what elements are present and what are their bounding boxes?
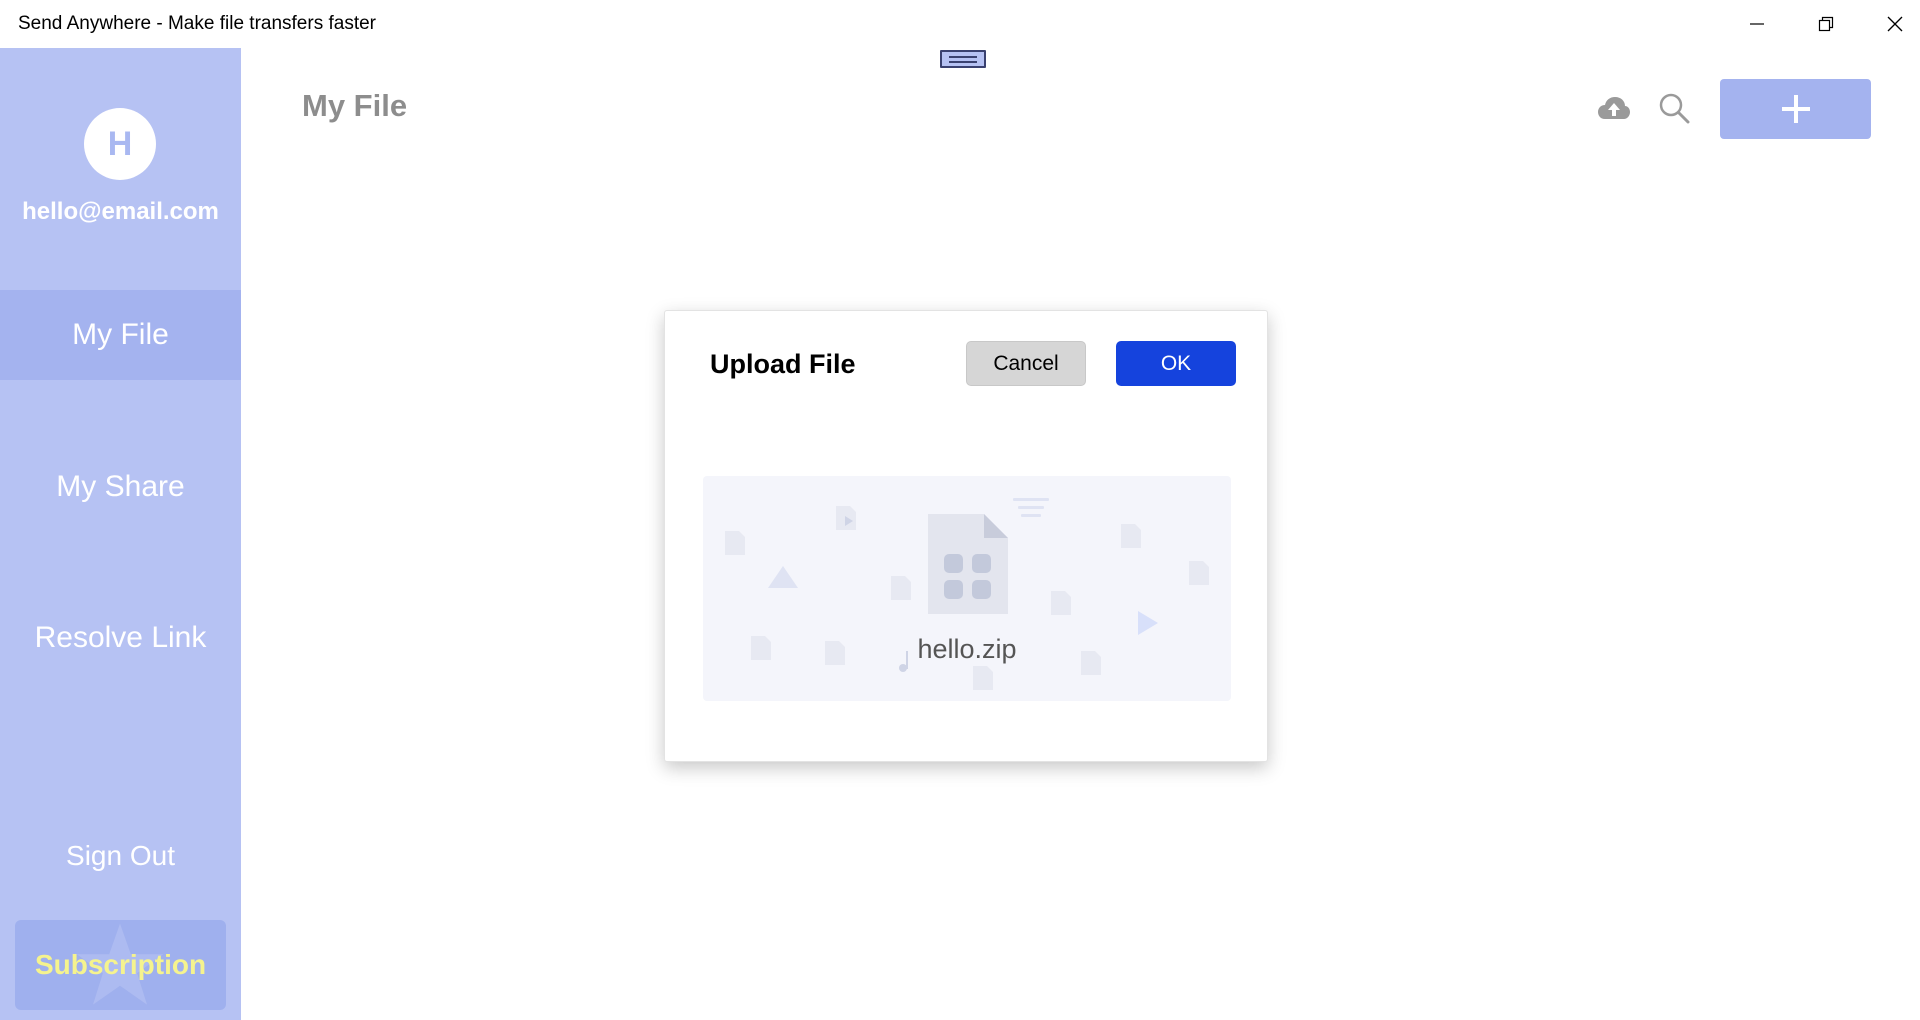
cancel-button[interactable]: Cancel [966,341,1086,386]
file-name: hello.zip [917,634,1017,664]
sidebar-item-resolve-link[interactable]: Resolve Link [0,593,241,683]
search-button[interactable] [1656,90,1692,126]
page-title: My File [302,88,408,123]
cloud-upload-icon [1598,97,1630,119]
sidebar-item-my-file[interactable]: My File [0,290,241,380]
ok-button[interactable]: OK [1116,341,1236,386]
upload-file-dialog: Upload File Cancel OK hello.zip [664,310,1268,762]
zip-file-icon [928,514,1008,614]
subscription-label: Subscription [34,949,207,980]
sidebar-item-label: Resolve Link [34,621,207,654]
avatar[interactable]: H [84,108,156,180]
sidebar-item-my-share[interactable]: My Share [0,442,241,532]
drag-handle[interactable] [940,50,986,68]
close-icon [1887,16,1902,32]
subscription-button[interactable]: Subscription [15,920,226,1010]
sign-out-button[interactable]: Sign Out [0,828,241,884]
title-bar: Send Anywhere - Make file transfers fast… [0,0,1920,48]
restore-button[interactable] [1791,0,1860,48]
add-file-button[interactable] [1720,79,1871,139]
restore-icon [1818,16,1833,32]
sidebar: H hello@email.com My File My Share Resol… [0,48,241,1020]
plus-icon [1781,95,1810,123]
close-button[interactable] [1860,0,1920,48]
window-title: Send Anywhere - Make file transfers fast… [18,13,376,34]
minimize-button[interactable] [1722,0,1791,48]
file-preview: hello.zip [703,476,1231,701]
dialog-title: Upload File [710,349,856,379]
sidebar-item-label: My File [72,318,169,351]
minimize-icon [1749,23,1764,25]
search-icon [1659,93,1690,124]
cloud-upload-button[interactable] [1596,90,1632,126]
sign-out-label: Sign Out [66,840,175,871]
user-email: hello@email.com [22,198,219,225]
sidebar-item-label: My Share [56,470,185,503]
